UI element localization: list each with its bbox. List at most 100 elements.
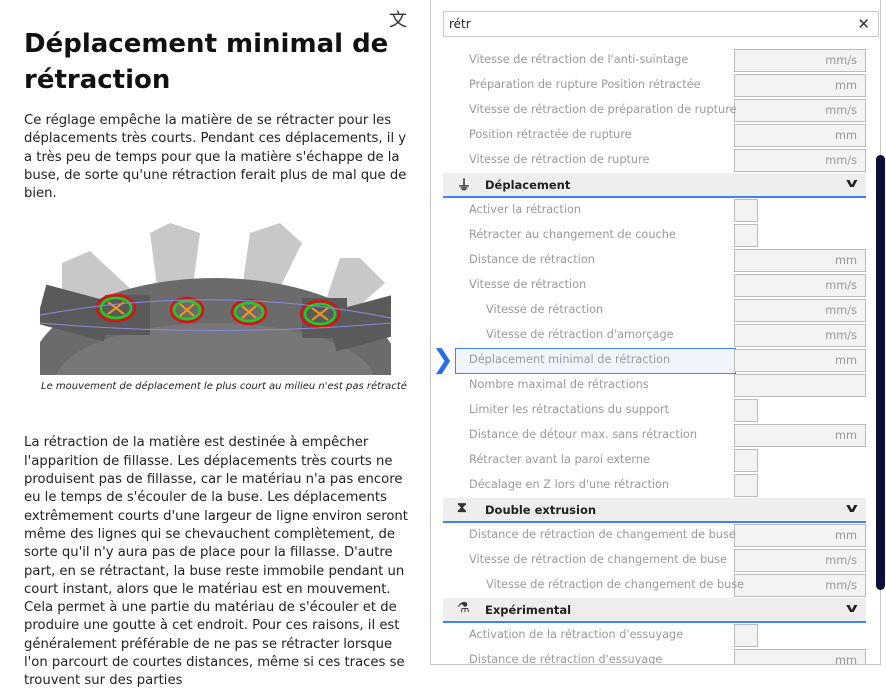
setting-row: Vitesse de rétraction de rupture mm/s [443,148,866,173]
search-value: rétr [449,17,471,31]
setting-label: Rétracter au changement de couche [469,228,676,241]
setting-row: Distance de rétraction de changement de … [443,523,866,548]
help-title: Déplacement minimal de rétraction [24,29,389,95]
setting-input[interactable]: mm [734,649,866,665]
setting-label: Rétracter avant la paroi externe [469,453,650,466]
setting-row: Rétracter au changement de couche [443,223,866,248]
unit-label: mm/s [825,104,857,117]
setting-row: Activation de la rétraction d'essuyage [443,623,866,648]
setting-label: Activer la rétraction [469,203,582,216]
unit-label: mm [834,79,857,92]
setting-input[interactable]: mm [734,349,866,372]
setting-row: Déplacement minimal de rétraction mm [443,348,866,374]
setting-label: Distance de rétraction d'essuyage [469,653,663,665]
setting-input[interactable]: mm [734,74,866,97]
setting-row: Activer la rétraction [443,198,866,223]
dual-extrusion-icon: ⧗ [457,500,467,516]
travel-icon: ⏚ [457,178,471,194]
setting-row: Rétracter avant la paroi externe [443,448,866,473]
setting-input[interactable]: mm [734,249,866,272]
setting-label: Vitesse de rétraction de rupture [469,153,650,166]
setting-label: Nombre maximal de rétractions [469,378,649,391]
category-label: Expérimental [485,603,572,617]
unit-label: mm [834,429,857,442]
setting-label: Vitesse de rétraction de préparation de … [469,103,737,116]
setting-checkbox[interactable] [734,449,758,472]
setting-checkbox[interactable] [734,624,758,647]
setting-row: Distance de rétraction mm [443,248,866,273]
category-header[interactable]: ⧗ Double extrusion v [443,498,866,523]
setting-checkbox[interactable] [734,224,758,247]
illustration-image [40,223,391,376]
setting-label: Préparation de rupture Position rétracté… [469,78,701,91]
setting-input[interactable] [734,374,866,397]
unit-label: mm [834,354,857,367]
setting-label: Décalage en Z lors d'une rétraction [469,478,670,491]
setting-row: Vitesse de rétraction mm/s [443,273,866,298]
setting-label: Limiter les rétractations du support [469,403,670,416]
setting-row: Décalage en Z lors d'une rétraction [443,473,866,498]
chevron-down-icon[interactable]: v [846,601,858,615]
setting-row: Vitesse de rétraction de changement de b… [443,573,866,598]
setting-label: Vitesse de rétraction d'amorçage [486,328,674,341]
chevron-down-icon[interactable]: v [846,501,858,515]
setting-row: Distance de rétraction d'essuyage mm [443,648,866,665]
setting-checkbox[interactable] [734,474,758,497]
setting-label: Activation de la rétraction d'essuyage [469,628,684,641]
setting-row: Préparation de rupture Position rétracté… [443,73,866,98]
setting-input[interactable]: mm/s [734,274,866,297]
setting-label: Distance de rétraction [469,253,595,266]
category-label: Déplacement [485,178,571,192]
setting-row: Limiter les rétractations du support [443,398,866,423]
unit-label: mm/s [825,554,857,567]
setting-input[interactable]: mm/s [734,149,866,172]
chevron-down-icon[interactable]: v [846,176,858,190]
setting-row: Vitesse de rétraction d'amorçage mm/s [443,323,866,348]
setting-checkbox[interactable] [734,199,758,222]
close-icon[interactable]: ✕ [857,15,870,33]
setting-input[interactable]: mm/s [734,299,866,322]
settings-panel: rétr ✕ Vitesse de rétraction de l'anti-s… [430,0,881,665]
setting-label: Vitesse de rétraction [469,278,587,291]
unit-label: mm/s [825,54,857,67]
unit-label: mm/s [825,304,857,317]
setting-label: Vitesse de rétraction de l'anti-suintage [469,53,689,66]
setting-row: Vitesse de rétraction de préparation de … [443,98,866,123]
setting-row: Distance de détour max. sans rétraction m… [443,423,866,448]
setting-input[interactable]: mm/s [734,324,866,347]
illustration-caption: Le mouvement de déplacement le plus cour… [41,381,407,393]
setting-label: Déplacement minimal de rétraction [469,353,671,366]
unit-label: mm [834,529,857,542]
scrollbar[interactable] [876,155,885,590]
setting-input[interactable]: mm [734,424,866,447]
help-body: La rétraction de la matière est destinée… [24,435,408,689]
setting-row: Vitesse de rétraction mm/s [443,298,866,323]
unit-label: mm [834,654,857,665]
unit-label: mm [834,129,857,142]
setting-checkbox[interactable] [734,399,758,422]
setting-input[interactable]: mm [734,124,866,147]
category-header[interactable]: ⏚ Déplacement v [443,173,866,198]
setting-row: Vitesse de rétraction de changement de b… [443,548,866,573]
setting-input[interactable]: mm [734,524,866,547]
search-input[interactable]: rétr ✕ [443,11,879,37]
setting-label: Position rétractée de rupture [469,128,632,141]
help-panel: Déplacement minimal de rétraction Ce rég… [24,26,409,691]
category-header[interactable]: ⚗ Expérimental v [443,598,866,623]
help-intro: Ce réglage empêche la matière de se rétr… [24,113,407,202]
setting-row: Position rétractée de rupture mm [443,123,866,148]
unit-label: mm/s [825,154,857,167]
settings-list: Vitesse de rétraction de l'anti-suintage… [443,48,866,665]
setting-input[interactable]: mm/s [734,49,866,72]
setting-label: Vitesse de rétraction de changement de b… [486,578,745,591]
unit-label: mm/s [825,329,857,342]
setting-input[interactable]: mm/s [734,99,866,122]
setting-input[interactable]: mm/s [734,549,866,572]
setting-label: Distance de rétraction de changement de … [469,528,736,541]
translate-icon[interactable]: 文 [389,6,407,32]
setting-input[interactable]: mm/s [734,574,866,597]
category-label: Double extrusion [485,503,597,517]
experimental-icon: ⚗ [457,600,470,616]
unit-label: mm [834,254,857,267]
setting-label: Vitesse de rétraction [486,303,604,316]
